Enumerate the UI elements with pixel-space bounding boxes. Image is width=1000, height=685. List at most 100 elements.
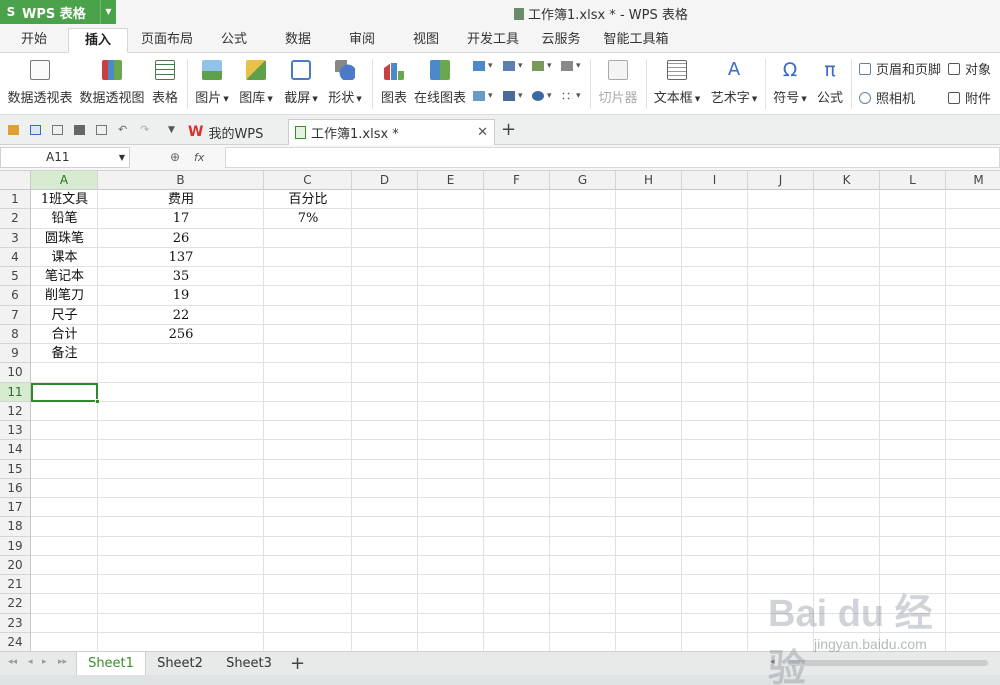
- cell-c1[interactable]: 百分比: [264, 190, 352, 209]
- gallery-button[interactable]: 图库 ▼: [236, 53, 276, 115]
- pivot-chart-button[interactable]: 数据透视图: [78, 53, 146, 115]
- tab-cloud[interactable]: 云服务: [534, 28, 588, 53]
- column-header-l[interactable]: L: [880, 171, 946, 190]
- online-chart-button[interactable]: 在线图表: [413, 53, 467, 115]
- row-header-17[interactable]: 17: [0, 498, 31, 518]
- column-header-e[interactable]: E: [418, 171, 484, 190]
- row-header-22[interactable]: 22: [0, 594, 31, 614]
- object-button[interactable]: 对象: [948, 59, 991, 78]
- cell-b1[interactable]: 费用: [98, 190, 264, 209]
- cell-a4[interactable]: 课本: [31, 248, 98, 267]
- area-chart-dropdown[interactable]: ▾: [473, 91, 493, 101]
- cell-b4[interactable]: 137: [98, 248, 264, 267]
- cell-a7[interactable]: 尺子: [31, 306, 98, 325]
- print-icon[interactable]: [74, 125, 85, 135]
- prev-sheet-icon[interactable]: ◂: [28, 657, 33, 667]
- tab-view[interactable]: 视图: [400, 28, 452, 53]
- column-header-m[interactable]: M: [946, 171, 1000, 190]
- zoom-search-icon[interactable]: ⊕: [170, 150, 180, 164]
- row-header-21[interactable]: 21: [0, 575, 31, 595]
- customize-toolbar-icon[interactable]: ▼: [168, 125, 179, 135]
- scatter-chart-dropdown[interactable]: ▾: [561, 91, 581, 101]
- cell-a3[interactable]: 圆珠笔: [31, 229, 98, 248]
- add-sheet-icon[interactable]: +: [290, 653, 305, 674]
- cell-b8[interactable]: 256: [98, 325, 264, 344]
- textbox-button[interactable]: 文本框 ▼: [652, 53, 702, 115]
- row-header-15[interactable]: 15: [0, 459, 31, 479]
- chevron-down-icon[interactable]: ▼: [119, 148, 125, 167]
- column-chart-dropdown[interactable]: ▾: [473, 61, 493, 71]
- wps-app-menu-button[interactable]: S WPS 表格 ▼: [0, 0, 116, 24]
- sheet-tab-sheet3[interactable]: Sheet3: [214, 652, 284, 675]
- column-header-a[interactable]: A: [31, 171, 98, 190]
- screenshot-button[interactable]: 截屏 ▼: [281, 53, 321, 115]
- row-header-16[interactable]: 16: [0, 478, 31, 498]
- tab-smart-tools[interactable]: 智能工具箱: [598, 28, 674, 53]
- pivot-table-button[interactable]: 数据透视表: [6, 53, 74, 115]
- row-header-1[interactable]: 1: [0, 190, 31, 210]
- tab-formulas[interactable]: 公式: [208, 28, 260, 53]
- chevron-down-icon[interactable]: ▼: [100, 0, 116, 24]
- row-header-10[interactable]: 10: [0, 363, 31, 383]
- wordart-button[interactable]: A 艺术字 ▼: [708, 53, 760, 115]
- sheet-tab-sheet1[interactable]: Sheet1: [76, 652, 146, 675]
- picture-button[interactable]: 图片 ▼: [192, 53, 232, 115]
- row-header-7[interactable]: 7: [0, 305, 31, 325]
- attachment-button[interactable]: 附件: [948, 88, 991, 107]
- cell-a5[interactable]: 笔记本: [31, 267, 98, 286]
- spreadsheet-grid[interactable]: ABCDEFGHIJKLM 1 2 3 4 5 6 7 8 9 10 11 12 13 14 15 16 17 1…: [0, 171, 1000, 651]
- equation-button[interactable]: π 公式: [813, 53, 847, 115]
- cell-c2[interactable]: 7%: [264, 209, 352, 228]
- first-sheet-icon[interactable]: ◂◂: [8, 657, 17, 667]
- save-icon[interactable]: [30, 125, 41, 135]
- cell-a9[interactable]: 备注: [31, 344, 98, 363]
- row-header-18[interactable]: 18: [0, 517, 31, 537]
- export-icon[interactable]: [52, 125, 63, 135]
- row-header-8[interactable]: 8: [0, 324, 31, 344]
- doc-tab-workbook[interactable]: 工作簿1.xlsx * ✕: [288, 119, 495, 145]
- tab-page-layout[interactable]: 页面布局: [136, 28, 198, 53]
- symbol-button[interactable]: Ω 符号 ▼: [770, 53, 810, 115]
- camera-button[interactable]: 照相机: [859, 88, 915, 107]
- last-sheet-icon[interactable]: ▸▸: [58, 657, 67, 667]
- open-folder-icon[interactable]: [8, 125, 19, 135]
- next-sheet-icon[interactable]: ▸: [42, 657, 47, 667]
- row-header-2[interactable]: 2: [0, 209, 31, 229]
- name-box[interactable]: A11 ▼: [0, 147, 130, 168]
- sheet-tab-sheet2[interactable]: Sheet2: [146, 652, 214, 675]
- bar-chart-dropdown[interactable]: ▾: [503, 61, 523, 71]
- select-all-corner[interactable]: [0, 171, 31, 190]
- active-cell-selection[interactable]: [31, 382, 100, 404]
- cell-b7[interactable]: 22: [98, 306, 264, 325]
- column-header-g[interactable]: G: [550, 171, 616, 190]
- column-header-j[interactable]: J: [748, 171, 814, 190]
- column-header-h[interactable]: H: [616, 171, 682, 190]
- cell-b5[interactable]: 35: [98, 267, 264, 286]
- cell-b3[interactable]: 26: [98, 229, 264, 248]
- cell-a2[interactable]: 铅笔: [31, 209, 98, 228]
- row-header-19[interactable]: 19: [0, 536, 31, 556]
- column-header-b[interactable]: B: [98, 171, 264, 190]
- table-button[interactable]: 表格: [148, 53, 182, 115]
- stock-chart-dropdown[interactable]: ▾: [503, 91, 523, 101]
- cell-b6[interactable]: 19: [98, 286, 264, 305]
- line-chart-dropdown[interactable]: ▾: [532, 61, 552, 71]
- cell-a8[interactable]: 合计: [31, 325, 98, 344]
- column-header-f[interactable]: F: [484, 171, 550, 190]
- row-header-23[interactable]: 23: [0, 613, 31, 633]
- fx-icon[interactable]: fx: [194, 151, 204, 164]
- column-header-d[interactable]: D: [352, 171, 418, 190]
- column-header-k[interactable]: K: [814, 171, 880, 190]
- tab-data[interactable]: 数据: [272, 28, 324, 53]
- column-header-c[interactable]: C: [264, 171, 352, 190]
- new-tab-plus-icon[interactable]: +: [501, 119, 516, 140]
- cell-a1[interactable]: 1班文具: [31, 190, 98, 209]
- fill-handle[interactable]: [95, 398, 100, 404]
- row-header-3[interactable]: 3: [0, 228, 31, 248]
- close-tab-icon[interactable]: ✕: [477, 125, 488, 140]
- row-header-4[interactable]: 4: [0, 247, 31, 267]
- header-footer-button[interactable]: 页眉和页脚: [859, 59, 941, 78]
- redo-icon[interactable]: ↷: [140, 124, 151, 135]
- tab-review[interactable]: 审阅: [336, 28, 388, 53]
- pie-chart-dropdown[interactable]: ▾: [532, 91, 552, 101]
